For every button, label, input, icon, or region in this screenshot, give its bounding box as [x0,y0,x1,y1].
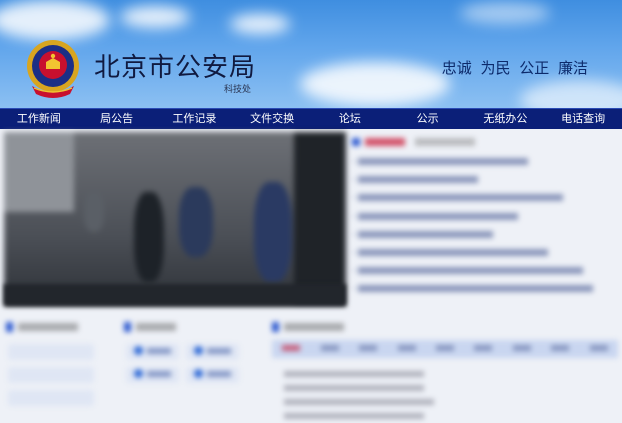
panel-link[interactable] [6,340,114,363]
photo-figure [134,192,164,282]
list-item[interactable] [284,404,606,419]
news-list [352,136,618,306]
tab[interactable] [426,340,464,358]
photo-figure [84,192,104,232]
tab[interactable] [503,340,541,358]
bullet-icon [272,322,279,332]
main-nav: 工作新闻 局公告 工作记录 文件交换 论坛 公示 无纸办公 电话查询 [0,108,622,129]
nav-item-file-exchange[interactable]: 文件交换 [233,109,311,129]
news-item[interactable] [352,209,618,227]
site-header: 北京市公安局 科技处 忠诚 为民 公正 廉洁 [0,0,622,108]
circle-icon [134,346,143,355]
panel-header [6,318,114,340]
cloud-decoration [520,80,622,108]
news-item[interactable] [352,281,618,299]
circle-icon [134,369,143,378]
nav-item-work-news[interactable]: 工作新闻 [0,109,78,129]
panel-link[interactable] [6,363,114,386]
nav-item-public-notice[interactable]: 公示 [389,109,467,129]
left-link-panel [6,318,114,422]
news-item[interactable] [352,190,618,208]
photo-caption-bar [4,284,346,306]
panel-link[interactable] [6,386,114,409]
list-item[interactable] [284,362,606,377]
cloud-decoration [460,2,550,24]
tab[interactable] [580,340,618,358]
tabbed-list-panel [272,318,618,422]
circle-icon [193,369,203,378]
bullet-icon [124,322,131,332]
link-pill[interactable] [126,344,179,360]
panel-link-row [124,340,266,363]
cloud-decoration [120,6,190,28]
nav-item-bureau-notice[interactable]: 局公告 [78,109,156,129]
photo-background-block [294,132,346,306]
nav-item-forum[interactable]: 论坛 [311,109,389,129]
cloud-decoration [230,14,290,34]
photo-figure [179,187,213,257]
link-pill[interactable] [185,344,239,360]
middle-link-panel [124,318,266,422]
news-item[interactable] [352,245,618,263]
tab[interactable] [464,340,502,358]
list-item[interactable] [284,390,606,405]
link-pill[interactable] [8,367,94,383]
photo-figure [254,182,292,282]
tab-content [272,358,618,422]
tab-strip [272,340,618,358]
link-pill[interactable] [185,367,239,383]
tab[interactable] [541,340,579,358]
tab[interactable] [272,340,310,358]
panel-header [272,318,618,340]
photo-background-block [4,132,74,212]
bullet-icon [352,138,360,146]
tab[interactable] [349,340,387,358]
link-pill[interactable] [8,390,94,406]
cloud-decoration [0,0,110,40]
tab[interactable] [387,340,425,358]
nav-item-phone-lookup[interactable]: 电话查询 [544,109,622,129]
news-item[interactable] [352,172,618,190]
news-item[interactable] [352,227,618,245]
panel-header [124,318,266,340]
panel-link-row [124,363,266,386]
motto: 忠诚 为民 公正 廉洁 [441,59,588,77]
news-item[interactable] [352,263,618,281]
police-emblem-icon [27,40,79,98]
link-pill[interactable] [8,344,94,360]
news-list-header [352,136,618,149]
list-item[interactable] [284,376,606,391]
circle-icon [193,346,203,355]
featured-photo[interactable] [4,132,346,306]
nav-item-paperless-office[interactable]: 无纸办公 [467,109,545,129]
link-pill[interactable] [126,367,179,383]
department-label: 科技处 [224,85,252,95]
site-title: 北京市公安局 [94,53,257,83]
news-item[interactable] [352,154,618,172]
tab[interactable] [310,340,348,358]
cloud-decoration [300,62,450,106]
nav-item-work-record[interactable]: 工作记录 [156,109,234,129]
bullet-icon [6,322,13,332]
